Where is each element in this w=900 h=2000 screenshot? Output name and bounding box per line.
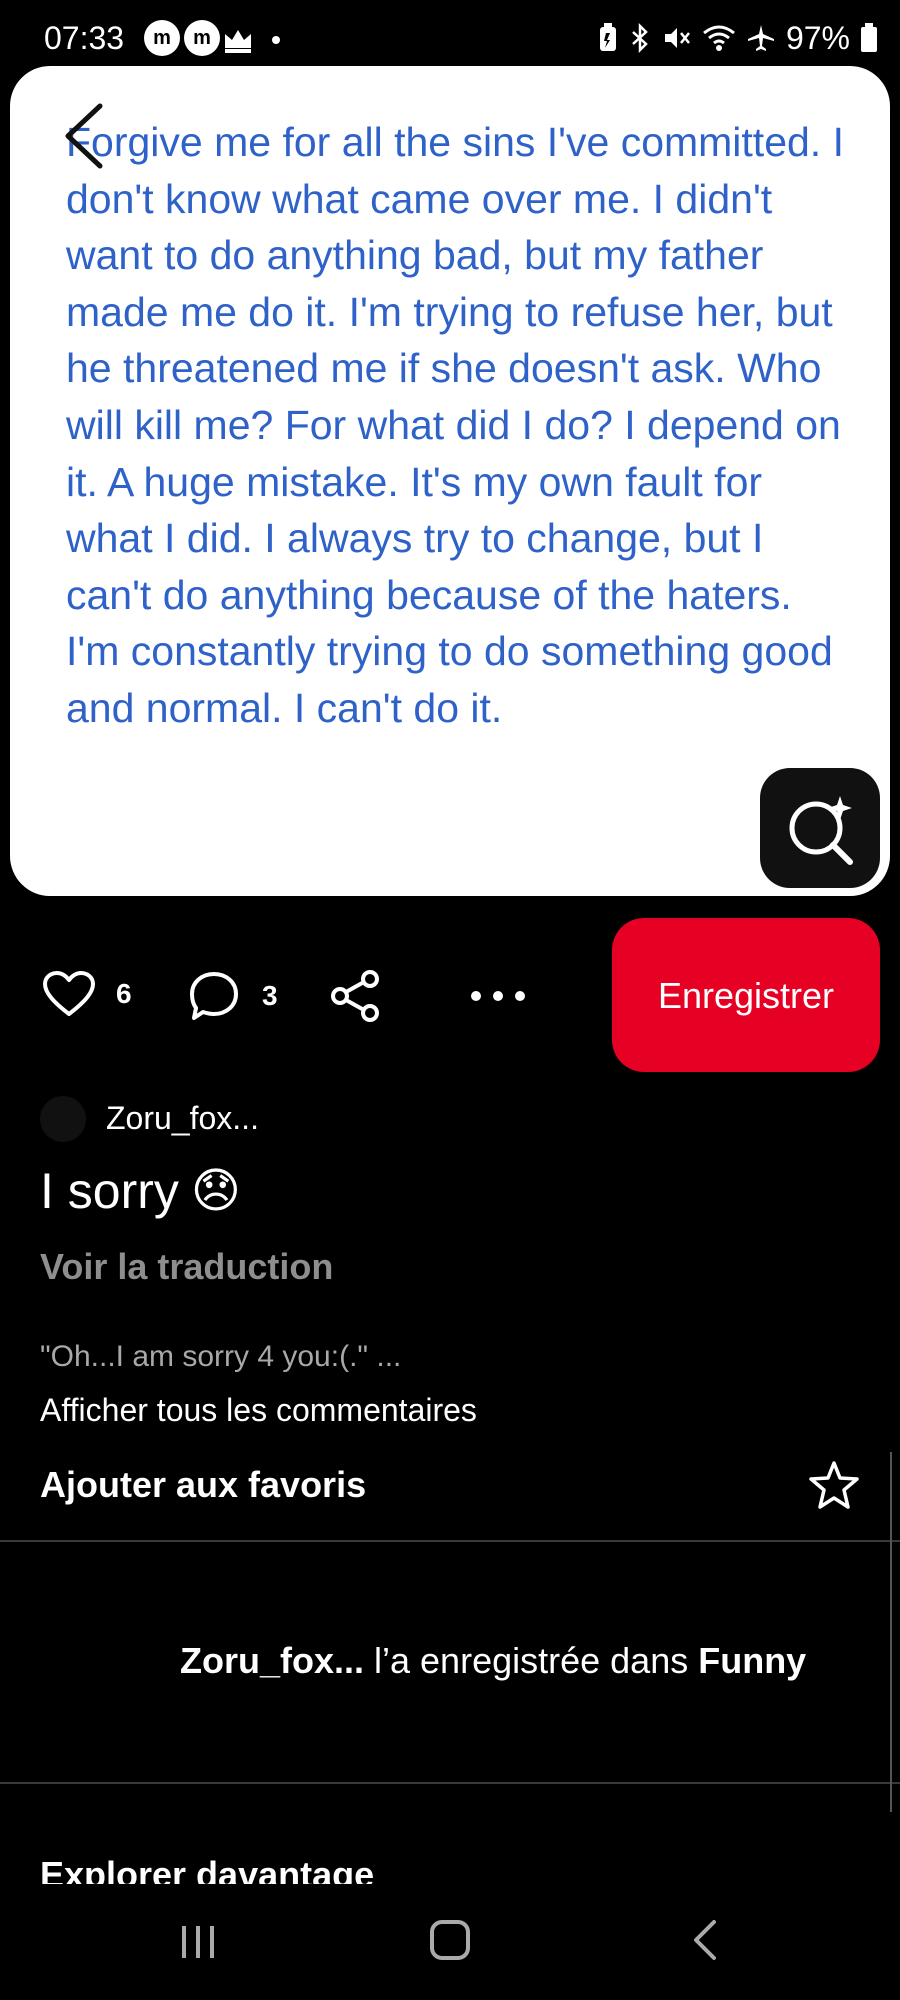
bluetooth-icon bbox=[632, 23, 648, 53]
like-button[interactable]: 6 bbox=[42, 970, 132, 1018]
crown-icon bbox=[225, 30, 251, 53]
app-notification-icon: m bbox=[144, 20, 180, 56]
share-icon bbox=[331, 970, 379, 1022]
visual-search-icon bbox=[789, 796, 853, 865]
battery-percent: 97% bbox=[785, 19, 850, 56]
pin-image-text: Forgive me for all the sins I've committ… bbox=[66, 119, 844, 731]
heart-icon bbox=[43, 971, 95, 1016]
divider bbox=[0, 1782, 900, 1784]
saved-board-name[interactable]: Funny bbox=[698, 1640, 806, 1681]
more-options-button[interactable] bbox=[466, 978, 530, 1019]
saved-activity[interactable]: Zoru_fox... l’a enregistrée dans Funny bbox=[180, 1640, 806, 1682]
status-bar: 07:33 m m 97% bbox=[0, 0, 900, 66]
like-count: 6 bbox=[116, 978, 132, 1009]
comment-icon bbox=[190, 972, 238, 1020]
add-to-favorites-button[interactable] bbox=[808, 1460, 860, 1510]
pin-title-text: I sorry bbox=[40, 1163, 179, 1219]
nav-back-icon[interactable] bbox=[684, 1918, 728, 1962]
all-comments-link[interactable]: Afficher tous les commentaires bbox=[40, 1392, 477, 1429]
comment-count: 3 bbox=[262, 980, 278, 1011]
visual-search-button[interactable] bbox=[760, 768, 880, 888]
status-time: 07:33 bbox=[44, 20, 125, 56]
more-icon bbox=[471, 991, 525, 1001]
explore-more-heading: Explorer davantage bbox=[40, 1854, 375, 1884]
pin-image[interactable]: Forgive me for all the sins I've committ… bbox=[10, 66, 890, 896]
airplane-mode-icon bbox=[747, 25, 774, 51]
translate-link[interactable]: Voir la traduction bbox=[40, 1246, 333, 1288]
back-button[interactable] bbox=[50, 96, 120, 176]
battery-saver-icon bbox=[599, 23, 616, 51]
system-nav-bar bbox=[0, 1886, 900, 2000]
status-icons: 97% bbox=[598, 20, 878, 56]
battery-icon bbox=[861, 23, 877, 52]
add-to-favorites-label: Ajouter aux favoris bbox=[40, 1464, 367, 1505]
share-button[interactable] bbox=[330, 970, 382, 1027]
recent-apps-icon[interactable] bbox=[176, 1920, 220, 1964]
save-button[interactable]: Enregistrer bbox=[612, 918, 880, 1072]
comment-button[interactable]: 3 bbox=[188, 970, 278, 1022]
back-icon bbox=[65, 103, 103, 169]
saved-by-user[interactable]: Zoru_fox... bbox=[180, 1640, 364, 1681]
saved-activity-text: l’a enregistrée dans bbox=[364, 1640, 699, 1681]
scroll-edge bbox=[890, 1452, 892, 1812]
save-button-label: Enregistrer bbox=[657, 974, 835, 1016]
notification-dot-icon bbox=[272, 36, 280, 44]
home-icon[interactable] bbox=[428, 1918, 472, 1962]
app-notification-icon: m bbox=[184, 20, 220, 56]
author-name[interactable]: Zoru_fox... bbox=[106, 1100, 259, 1137]
wifi-icon bbox=[703, 25, 735, 51]
pin-title: I sorry 😞 bbox=[40, 1162, 241, 1220]
comment-preview[interactable]: "Oh...I am sorry 4 you:(." ... bbox=[40, 1340, 401, 1374]
divider bbox=[0, 1540, 900, 1542]
star-icon bbox=[809, 1461, 859, 1509]
avatar[interactable] bbox=[40, 1096, 86, 1142]
pin-title-emoji: 😞 bbox=[190, 1165, 241, 1218]
mute-icon bbox=[664, 28, 690, 48]
